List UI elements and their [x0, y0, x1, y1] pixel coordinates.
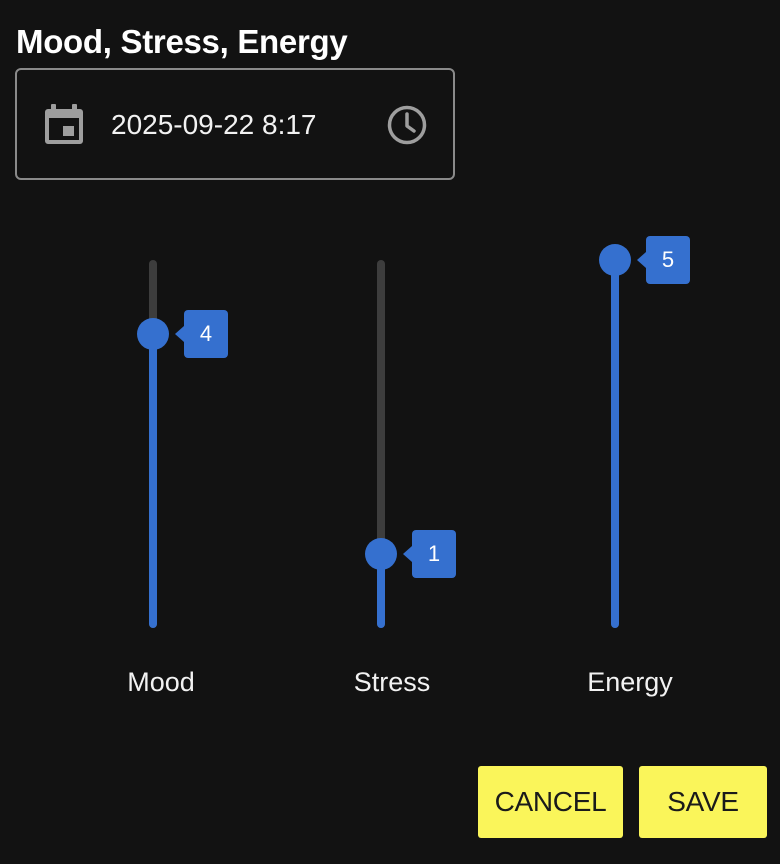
- datetime-picker[interactable]: 2025-09-22 8:17: [15, 68, 455, 180]
- slider-thumb[interactable]: [137, 317, 169, 350]
- slider-thumb[interactable]: [365, 538, 397, 571]
- stress-slider[interactable]: 1: [365, 260, 456, 628]
- slider-thumb[interactable]: [599, 244, 631, 276]
- datetime-value[interactable]: 2025-09-22 8:17: [111, 108, 317, 142]
- save-button[interactable]: SAVE: [639, 766, 767, 838]
- value-bubble: 5: [637, 236, 690, 284]
- slider-fill: [611, 260, 619, 628]
- dialog-title: Mood, Stress, Energy: [16, 23, 348, 60]
- stress-label: Stress: [353, 667, 431, 697]
- value-bubble: 4: [175, 309, 228, 358]
- slider-fill: [149, 333, 157, 628]
- value-bubble: 1: [403, 530, 456, 579]
- mood-label: Mood: [127, 667, 195, 697]
- mood-slider[interactable]: 4: [137, 260, 228, 628]
- energy-slider[interactable]: 5: [599, 236, 690, 628]
- energy-label: Energy: [587, 667, 673, 697]
- calendar-icon[interactable]: [45, 104, 83, 144]
- clock-icon[interactable]: [386, 104, 428, 146]
- cancel-button[interactable]: CANCEL: [478, 766, 623, 838]
